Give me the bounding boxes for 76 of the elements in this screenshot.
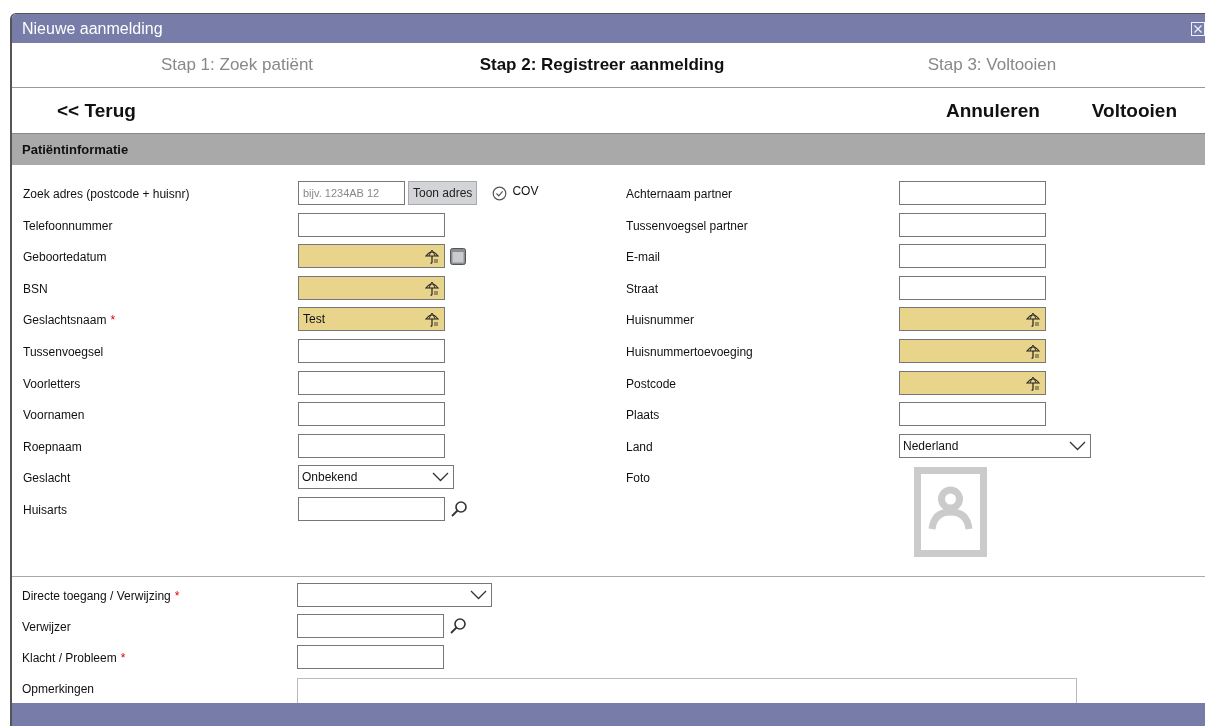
required-mark: * [174, 589, 180, 603]
input-field[interactable] [899, 181, 1046, 205]
field-label: Postcode [626, 376, 677, 391]
umbrella-icon [425, 249, 439, 265]
field-label: Foto [626, 471, 650, 486]
input-field[interactable] [298, 370, 445, 395]
input-field[interactable] [899, 338, 1046, 363]
field-label: Voornamen [23, 408, 85, 423]
field-label: Geboortedatum [23, 250, 107, 265]
field-label: Tussenvoegsel [23, 344, 104, 359]
field-label: Plaats [626, 408, 660, 423]
field-label: Verwijzer [22, 620, 71, 634]
action-link[interactable]: Voltooien [1091, 99, 1177, 122]
photo-placeholder-icon [914, 467, 987, 558]
umbrella-icon [1026, 343, 1040, 359]
chevron-down-icon [432, 472, 449, 483]
field-label: Tussenvoegsel partner [626, 218, 748, 233]
umbrella-icon [425, 312, 439, 328]
input-field[interactable] [298, 338, 445, 363]
input-field[interactable] [899, 212, 1046, 237]
field-label: Huisarts [23, 502, 67, 517]
show-address-button[interactable]: Toon adres [408, 181, 478, 205]
input-field[interactable] [298, 496, 445, 521]
check-circle-icon[interactable] [492, 185, 508, 201]
field-label: Geslacht [23, 471, 71, 486]
step-tab[interactable]: Stap 2: Registreer aanmelding [412, 55, 792, 75]
input-field[interactable] [298, 275, 445, 300]
input-field[interactable] [298, 402, 445, 427]
field-label: Huisnummertoevoeging [626, 344, 753, 359]
field-label: Telefoonnummer [23, 218, 113, 233]
umbrella-icon [425, 280, 439, 296]
input-field[interactable] [298, 433, 445, 458]
field-label: Roepnaam [23, 439, 82, 454]
input-field[interactable] [297, 614, 444, 638]
window-title: Nieuwe aanmelding [22, 19, 163, 38]
checkbox-label: COV [512, 184, 539, 198]
input-field[interactable]: Test [298, 307, 445, 332]
search-icon[interactable] [450, 499, 468, 518]
input-field[interactable] [899, 307, 1046, 332]
dropdown[interactable]: Onbekend [298, 465, 454, 490]
input-field[interactable] [899, 370, 1046, 395]
field-label: Directe toegang / Verwijzing [22, 589, 171, 603]
field-label: BSN [23, 281, 48, 296]
close-icon[interactable] [1191, 21, 1205, 36]
field-label: Geslachtsnaam [23, 313, 107, 328]
field-label: Klacht / Probleem [22, 651, 117, 665]
field-label: Zoek adres (postcode + huisnr) [23, 187, 190, 201]
umbrella-icon [1026, 312, 1040, 328]
field-label: Straat [626, 281, 658, 296]
section-title: Patiëntinformatie [22, 142, 129, 157]
umbrella-icon [1026, 375, 1040, 391]
input-field[interactable] [899, 275, 1046, 300]
required-mark: * [120, 651, 126, 665]
back-link[interactable]: << Terug [57, 99, 136, 122]
chevron-down-icon [1069, 440, 1086, 451]
dropdown[interactable] [297, 583, 492, 607]
step-tab[interactable]: Stap 1: Zoek patiënt [12, 55, 412, 75]
input-field[interactable] [899, 402, 1046, 427]
field-label: Achternaam partner [626, 187, 733, 201]
field-label: E-mail [626, 250, 660, 265]
required-mark: * [110, 313, 116, 328]
field-label: Voorletters [23, 376, 81, 391]
chevron-down-icon [470, 590, 487, 600]
field-label: Land [626, 439, 653, 454]
input-field[interactable] [899, 244, 1046, 269]
input-field[interactable]: bijv. 1234AB 12 [298, 181, 405, 205]
action-link[interactable]: Annuleren [945, 99, 1040, 122]
field-label: Opmerkingen [22, 682, 95, 696]
calendar-icon[interactable] [450, 247, 466, 265]
input-field[interactable] [297, 645, 444, 669]
input-field[interactable] [298, 244, 445, 269]
step-tab[interactable]: Stap 3: Voltooien [792, 55, 1192, 75]
dropdown[interactable]: Nederland [899, 433, 1091, 458]
search-icon[interactable] [449, 617, 467, 635]
field-label: Huisnummer [626, 313, 694, 328]
input-field[interactable] [298, 212, 445, 237]
